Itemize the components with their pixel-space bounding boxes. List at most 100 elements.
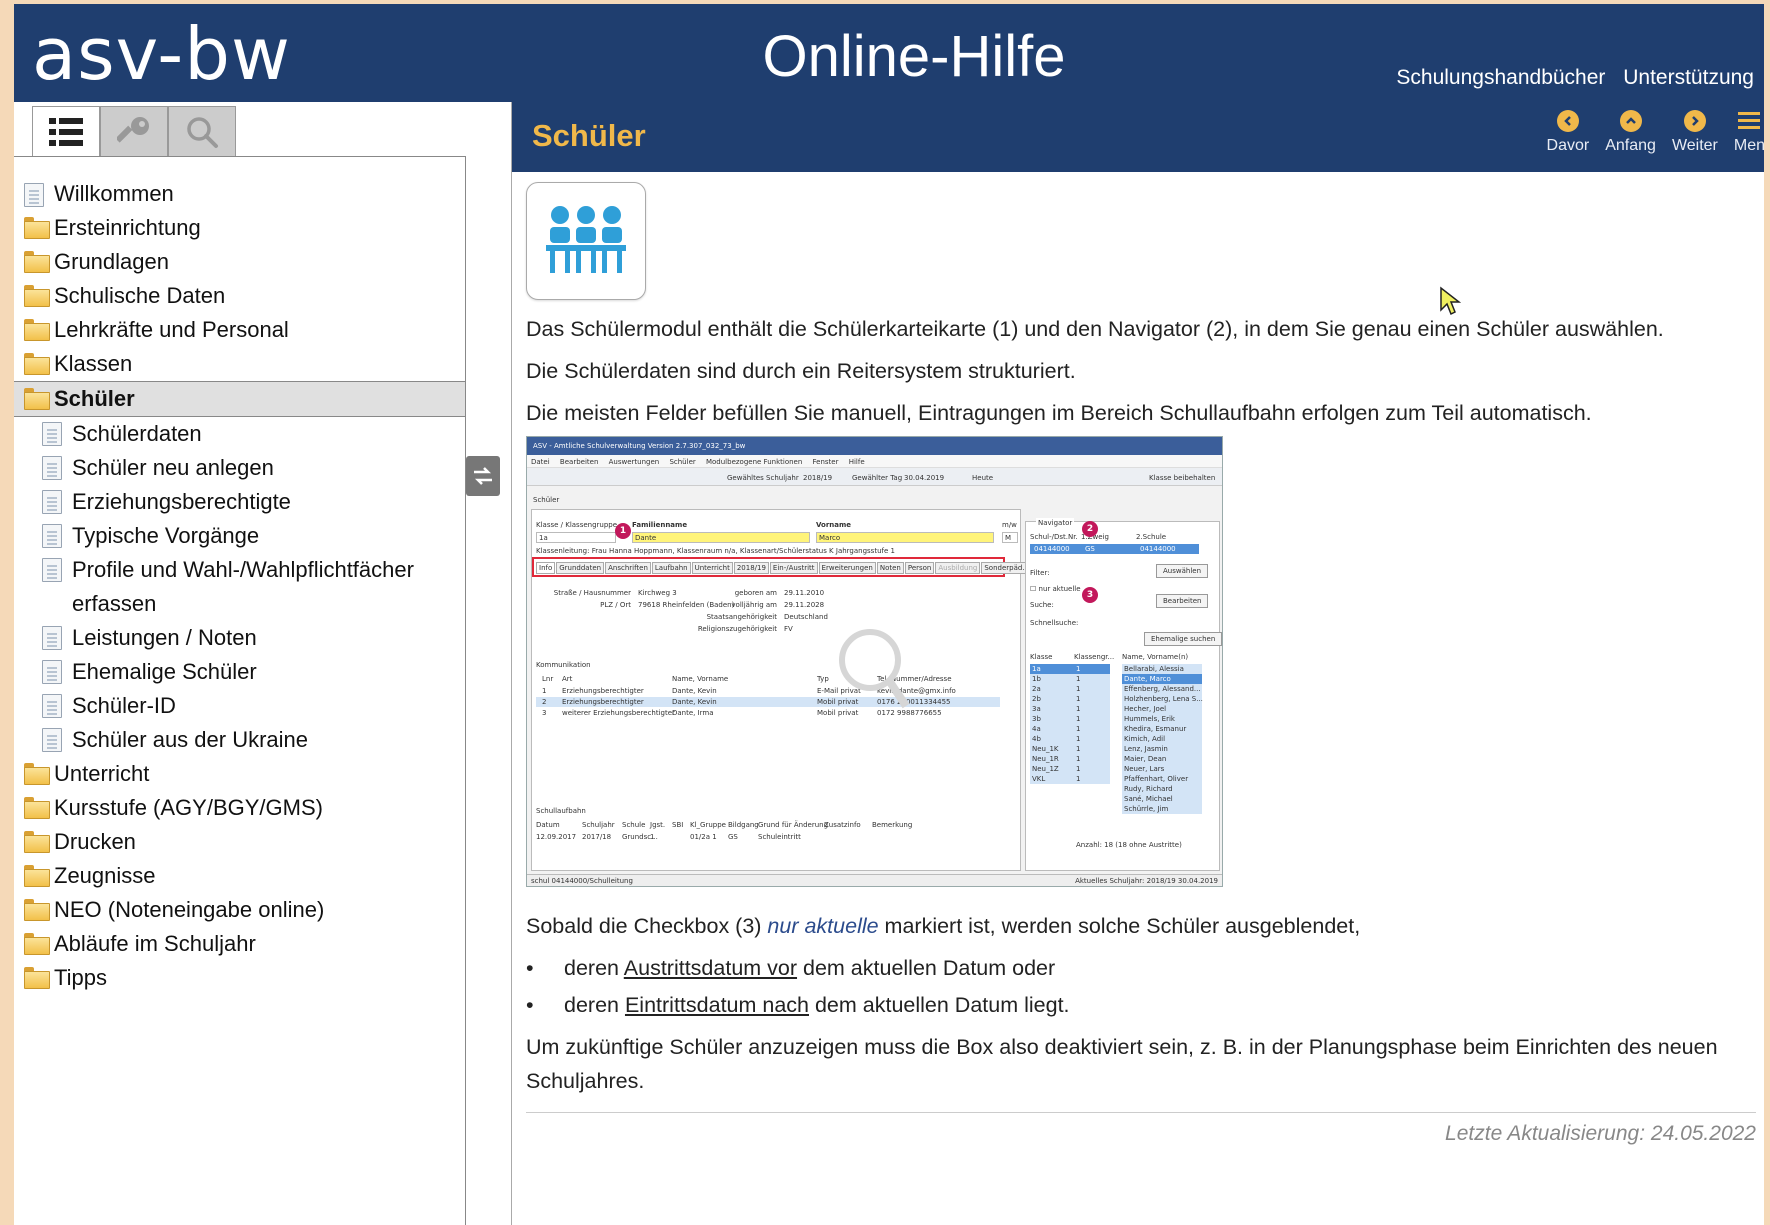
shot-student-name: Hummels, Erik [1124, 715, 1175, 723]
eintrittsdatum-term: Eintrittsdatum nach [624, 993, 809, 1017]
shot-navigator: Navigator Schul-/Dst.Nr. 1.Zweig 2.Schule 0… [1025, 518, 1222, 871]
sidebar-toggle-button[interactable] [466, 456, 500, 496]
folder-icon [24, 797, 50, 819]
sidebar-item[interactable]: Abläufe im Schuljahr [14, 927, 465, 961]
shot-table-header: Bildgang [728, 821, 759, 829]
sidebar-item[interactable]: Schülerdaten [14, 417, 465, 451]
tab-contents[interactable] [32, 106, 100, 158]
swap-arrows-icon [474, 467, 492, 485]
shot-navigator-title: Navigator [1036, 518, 1075, 528]
link-schulungshandbuecher[interactable]: Schulungshandbücher [1396, 66, 1605, 89]
content-area: Schüler Davor Anfang Weiter Men Das Schü… [511, 102, 1764, 1225]
sidebar-item[interactable]: Schüler neu anlegen [14, 451, 465, 485]
shot-familienname-label: Familienname [632, 521, 688, 529]
sidebar-item[interactable]: Klassen [14, 347, 465, 381]
shot-student-row: Khedira, Esmanur [1122, 724, 1202, 734]
shot-student-row: Schürrle, Jim [1122, 804, 1202, 814]
shot-schuljahr-label: Gewähltes Schuljahr [727, 474, 799, 482]
shot-table-cell: 12.09.2017 [536, 833, 577, 841]
tab-search[interactable] [168, 106, 236, 158]
sidebar-item[interactable]: Schüler-ID [14, 689, 465, 723]
shot-student-row: Hummels, Erik [1122, 714, 1202, 724]
shot-table-cell: Erziehungsberechtigter [562, 687, 644, 695]
folder-icon [24, 933, 50, 955]
shot-nur-aktuelle: ☐ nur aktuelle [1030, 585, 1081, 593]
shot-student-name: Bellarabi, Alessia [1124, 665, 1184, 673]
shot-menu-item: Bearbeiten [559, 458, 599, 466]
shot-table-cell: 01/2a 1 [690, 833, 717, 841]
folder-icon [24, 319, 50, 341]
shot-navigator-value: GS [1085, 545, 1095, 553]
asv-screenshot[interactable]: ASV - Amtliche Schulverwaltung Version 2… [526, 436, 1223, 887]
shot-menu-item: Fenster [812, 458, 839, 466]
sidebar-item[interactable]: Willkommen [14, 177, 465, 211]
shot-table-cell: 3 [542, 709, 547, 717]
shot-student-name: Lenz, Jasmin [1124, 745, 1168, 753]
page-icon [24, 183, 50, 207]
sidebar-item[interactable]: Zeugnisse [14, 859, 465, 893]
nav-menu-button[interactable]: Men [1734, 110, 1764, 155]
folder-icon [24, 353, 50, 375]
tab-index[interactable] [100, 106, 168, 158]
shot-klasse-cell: 2a [1032, 685, 1041, 693]
sidebar-item[interactable]: Unterricht [14, 757, 465, 791]
shot-table-header: Art [562, 675, 573, 683]
paragraph-intro: Das Schülermodul enthält die Schülerkart… [526, 317, 1664, 341]
shot-table-header: Schule [622, 821, 646, 829]
sidebar-item[interactable]: Grundlagen [14, 245, 465, 279]
shot-badge-1: 1 [615, 523, 631, 539]
shot-detail-value: FV [784, 625, 793, 633]
shot-toolbar: Gewähltes Schuljahr 2018/19 Gewählter Ta… [527, 468, 1222, 486]
sidebar-item[interactable]: Typische Vorgänge [14, 519, 465, 553]
page-icon [42, 558, 68, 582]
sidebar-item-label: Grundlagen [54, 249, 169, 274]
condition-item: deren Austrittsdatum vor dem aktuellen D… [526, 951, 1756, 985]
shot-menu-item: Hilfe [848, 458, 865, 466]
shot-student-name: Dante, Marco [1124, 675, 1171, 683]
sidebar-item[interactable]: Tipps [14, 961, 465, 995]
shot-subtab: Info [536, 562, 556, 574]
shot-klasse-cell: 4b [1032, 735, 1041, 743]
shot-table-row: 2 Erziehungsberechtigter Dante, Kevin Mobil… [536, 697, 1000, 707]
sidebar-item[interactable]: Schüler aus der Ukraine [14, 723, 465, 757]
shot-detail-value: 29.11.2010 [784, 589, 825, 597]
shot-schnellsuche-label: Schnellsuche: [1030, 619, 1079, 627]
nav-davor-button[interactable]: Davor [1547, 110, 1589, 155]
shot-heute: Heute [972, 474, 994, 482]
shot-student-name: Neuer, Lars [1124, 765, 1165, 773]
sidebar-item[interactable]: Profile und Wahl-/Wahlpflichtfächer erfa… [14, 553, 465, 621]
page-icon [42, 422, 68, 446]
sidebar-item[interactable]: Drucken [14, 825, 465, 859]
shot-detail-label: Straße / Hausnummer [553, 589, 631, 597]
sidebar-item[interactable]: Leistungen / Noten [14, 621, 465, 655]
sidebar-item-label: Tipps [54, 965, 107, 990]
sidebar-item-label: Kursstufe (AGY/BGY/GMS) [54, 795, 323, 820]
shot-menu-item: Modulbezogene Funktionen [705, 458, 803, 466]
sidebar-item[interactable]: NEO (Noteneingabe online) [14, 893, 465, 927]
sidebar-item[interactable]: Kursstufe (AGY/BGY/GMS) [14, 791, 465, 825]
nav-anfang-button[interactable]: Anfang [1605, 110, 1656, 155]
sidebar-item[interactable]: Schüler [14, 381, 465, 417]
sidebar-item[interactable]: Schulische Daten [14, 279, 465, 313]
shot-table-cell: Dante, Kevin [672, 698, 717, 706]
sidebar-item[interactable]: Lehrkräfte und Personal [14, 313, 465, 347]
shot-klassengruppe-cell: 1 [1076, 725, 1081, 733]
shot-table-cell: Dante, Irma [672, 709, 714, 717]
shot-vorname-label: Vorname [816, 521, 852, 529]
sidebar-item[interactable]: Ersteinrichtung [14, 211, 465, 245]
search-icon [187, 117, 218, 148]
shot-student-name: Sané, Michael [1124, 795, 1173, 803]
nav-weiter-button[interactable]: Weiter [1672, 110, 1718, 155]
sidebar-item-label: Klassen [54, 351, 133, 376]
sidebar-item[interactable]: Ehemalige Schüler [14, 655, 465, 689]
shot-status-bar: schul 04144000/Schulleitung Aktuelles Sc… [527, 874, 1222, 886]
link-unterstuetzung[interactable]: Unterstützung [1623, 66, 1754, 89]
shot-klassengruppe-cell: 1 [1076, 745, 1081, 753]
shot-subtab: Erweiterungen [818, 562, 876, 574]
shot-detail-value: Kirchweg 3 [638, 589, 677, 597]
sidebar-item-label: Schülerdaten [72, 421, 202, 446]
sidebar-item[interactable]: Erziehungsberechtigte [14, 485, 465, 519]
chevron-up-icon [1619, 110, 1642, 132]
page-icon [42, 524, 68, 548]
shot-navigator-col: Schul-/Dst.Nr. [1030, 533, 1078, 541]
